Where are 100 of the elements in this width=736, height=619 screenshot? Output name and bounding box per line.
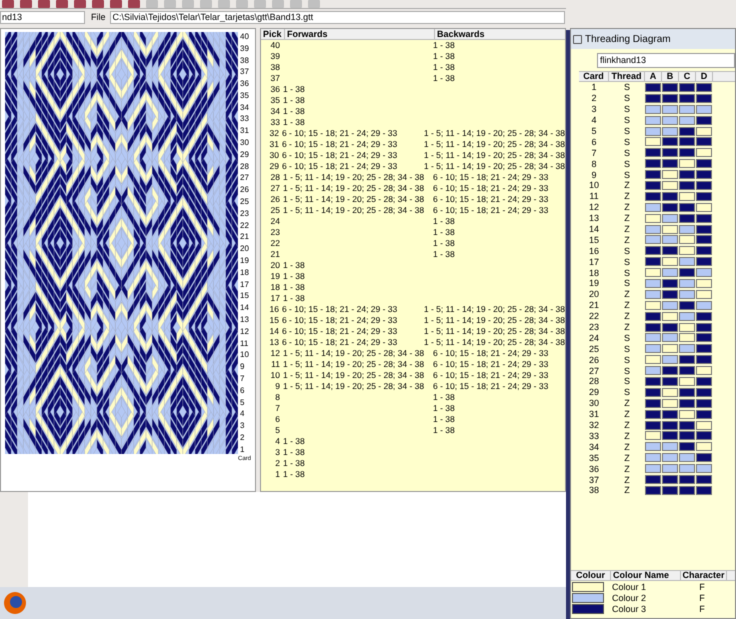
thread-colour-swatch[interactable] <box>679 257 695 266</box>
thread-colour-swatch[interactable] <box>645 398 661 408</box>
thread-colour-swatch[interactable] <box>679 431 695 440</box>
thread-colour-swatch[interactable] <box>679 192 695 201</box>
thread-colour-swatch[interactable] <box>662 300 678 310</box>
thread-colour-swatch[interactable] <box>679 224 695 234</box>
column-header[interactable]: D <box>696 72 713 81</box>
thread-colour-swatch[interactable] <box>679 366 695 376</box>
thread-colour-swatch[interactable] <box>645 464 661 474</box>
thread-colour-swatch[interactable] <box>662 312 678 321</box>
column-header[interactable]: Colour Name <box>611 571 681 580</box>
thread-colour-swatch[interactable] <box>679 442 695 452</box>
thread-colour-swatch[interactable] <box>696 116 712 125</box>
thread-colour-swatch[interactable] <box>679 82 695 92</box>
thread-colour-swatch[interactable] <box>662 486 678 495</box>
thread-colour-swatch[interactable] <box>645 82 661 92</box>
thread-colour-swatch[interactable] <box>696 388 712 397</box>
thread-colour-swatch[interactable] <box>662 355 678 364</box>
thread-colour-swatch[interactable] <box>696 312 712 321</box>
column-header[interactable]: Thread <box>609 72 645 81</box>
thread-colour-swatch[interactable] <box>662 180 678 190</box>
thread-colour-swatch[interactable] <box>645 268 661 278</box>
thread-colour-swatch[interactable] <box>662 410 678 419</box>
column-header[interactable]: B <box>662 72 679 81</box>
thread-colour-swatch[interactable] <box>662 82 678 92</box>
thread-colour-swatch[interactable] <box>696 475 712 484</box>
thread-colour-swatch[interactable] <box>679 388 695 397</box>
thread-colour-swatch[interactable] <box>645 148 661 158</box>
thread-colour-swatch[interactable] <box>662 116 678 125</box>
thread-colour-swatch[interactable] <box>662 290 678 299</box>
thread-colour-swatch[interactable] <box>662 214 678 223</box>
column-header[interactable]: C <box>679 72 696 81</box>
thread-colour-swatch[interactable] <box>696 453 712 462</box>
thread-colour-swatch[interactable] <box>679 355 695 364</box>
thread-colour-swatch[interactable] <box>679 322 695 332</box>
thread-colour-swatch[interactable] <box>679 170 695 180</box>
thread-colour-swatch[interactable] <box>696 366 712 376</box>
thread-colour-swatch[interactable] <box>696 344 712 354</box>
thread-colour-swatch[interactable] <box>696 202 712 212</box>
thread-colour-swatch[interactable] <box>696 268 712 278</box>
thread-colour-swatch[interactable] <box>696 464 712 474</box>
colour-swatch[interactable] <box>572 592 604 602</box>
thread-colour-swatch[interactable] <box>679 300 695 310</box>
thread-colour-swatch[interactable] <box>645 246 661 256</box>
thread-colour-swatch[interactable] <box>696 82 712 92</box>
thread-colour-swatch[interactable] <box>679 486 695 495</box>
thread-colour-swatch[interactable] <box>645 322 661 332</box>
thread-colour-swatch[interactable] <box>679 148 695 158</box>
thread-colour-swatch[interactable] <box>645 94 661 103</box>
thread-colour-swatch[interactable] <box>696 442 712 452</box>
thread-colour-swatch[interactable] <box>696 224 712 234</box>
thread-colour-swatch[interactable] <box>679 159 695 168</box>
file-name-field[interactable]: nd13 <box>0 10 85 24</box>
thread-colour-swatch[interactable] <box>645 300 661 310</box>
thread-colour-swatch[interactable] <box>679 235 695 244</box>
thread-colour-swatch[interactable] <box>662 137 678 146</box>
thread-colour-swatch[interactable] <box>696 104 712 114</box>
thread-colour-swatch[interactable] <box>645 290 661 299</box>
thread-colour-swatch[interactable] <box>645 355 661 364</box>
thread-colour-swatch[interactable] <box>679 475 695 484</box>
thread-colour-swatch[interactable] <box>645 214 661 223</box>
thread-colour-swatch[interactable] <box>645 159 661 168</box>
thread-colour-swatch[interactable] <box>696 257 712 266</box>
thread-colour-swatch[interactable] <box>696 420 712 430</box>
thread-colour-swatch[interactable] <box>645 431 661 440</box>
thread-colour-swatch[interactable] <box>662 192 678 201</box>
column-header[interactable]: A <box>645 72 662 81</box>
thread-colour-swatch[interactable] <box>696 159 712 168</box>
thread-colour-swatch[interactable] <box>662 246 678 256</box>
thread-colour-swatch[interactable] <box>696 246 712 256</box>
thread-colour-swatch[interactable] <box>679 290 695 299</box>
thread-colour-swatch[interactable] <box>696 333 712 342</box>
thread-colour-swatch[interactable] <box>645 376 661 386</box>
thread-colour-swatch[interactable] <box>662 475 678 484</box>
thread-colour-swatch[interactable] <box>679 333 695 342</box>
thread-colour-swatch[interactable] <box>662 126 678 136</box>
thread-colour-swatch[interactable] <box>662 257 678 266</box>
thread-colour-swatch[interactable] <box>696 214 712 223</box>
thread-colour-swatch[interactable] <box>645 388 661 397</box>
thread-colour-swatch[interactable] <box>645 453 661 462</box>
thread-colour-swatch[interactable] <box>645 126 661 136</box>
thread-colour-swatch[interactable] <box>696 94 712 103</box>
thread-colour-swatch[interactable] <box>662 202 678 212</box>
column-header[interactable]: Backwards <box>435 28 565 39</box>
thread-colour-swatch[interactable] <box>645 410 661 419</box>
thread-colour-swatch[interactable] <box>679 214 695 223</box>
thread-colour-swatch[interactable] <box>696 278 712 288</box>
thread-colour-swatch[interactable] <box>662 104 678 114</box>
thread-colour-swatch[interactable] <box>662 420 678 430</box>
thread-colour-swatch[interactable] <box>679 94 695 103</box>
thread-colour-swatch[interactable] <box>696 410 712 419</box>
thread-colour-swatch[interactable] <box>645 137 661 146</box>
thread-colour-swatch[interactable] <box>696 431 712 440</box>
thread-colour-swatch[interactable] <box>696 126 712 136</box>
thread-colour-swatch[interactable] <box>696 137 712 146</box>
thread-colour-swatch[interactable] <box>662 235 678 244</box>
thread-colour-swatch[interactable] <box>696 235 712 244</box>
thread-colour-swatch[interactable] <box>696 355 712 364</box>
thread-colour-swatch[interactable] <box>645 486 661 495</box>
thread-colour-swatch[interactable] <box>679 278 695 288</box>
